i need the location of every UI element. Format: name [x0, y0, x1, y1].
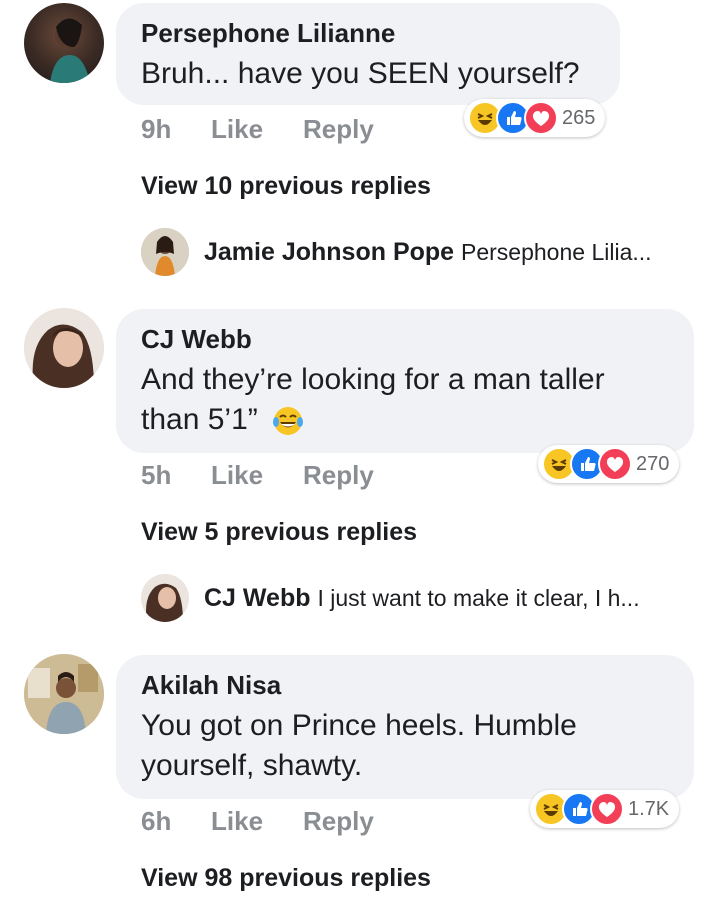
love-icon — [524, 101, 558, 135]
love-icon — [598, 447, 632, 481]
comment-author[interactable]: CJ Webb — [141, 324, 252, 355]
reaction-summary[interactable]: 270 — [538, 445, 680, 483]
avatar-persephone[interactable] — [24, 3, 104, 83]
reply-button[interactable]: Reply — [303, 806, 374, 837]
reply-text: I just want to make it clear, I h... — [317, 585, 640, 611]
reaction-summary[interactable]: 1.7K — [530, 790, 680, 828]
comment-time[interactable]: 9h — [141, 114, 171, 145]
comment-author[interactable]: Persephone Lilianne — [141, 18, 395, 49]
latest-reply[interactable]: CJ Webb I just want to make it clear, I … — [204, 584, 640, 613]
comment-time[interactable]: 5h — [141, 460, 171, 491]
like-button[interactable]: Like — [211, 806, 263, 837]
view-previous-replies[interactable]: View 10 previous replies — [141, 172, 431, 201]
tears-of-joy-emoji-icon — [273, 407, 303, 435]
reply-button[interactable]: Reply — [303, 114, 374, 145]
love-icon — [590, 792, 624, 826]
avatar-cj-webb[interactable] — [24, 308, 104, 388]
reaction-count: 270 — [636, 452, 670, 475]
reply-author[interactable]: CJ Webb — [204, 584, 311, 612]
reaction-summary[interactable]: 265 — [464, 99, 606, 137]
view-previous-replies[interactable]: View 98 previous replies — [141, 864, 431, 893]
comment-time[interactable]: 6h — [141, 806, 171, 837]
comment-text-line-1: You got on Prince heels. Humble — [141, 709, 577, 742]
comment-author[interactable]: Akilah Nisa — [141, 670, 281, 701]
reaction-count: 1.7K — [628, 797, 670, 820]
avatar-cj-webb-reply[interactable] — [141, 574, 189, 622]
comment-text: Bruh... have you SEEN yourself? — [141, 57, 580, 90]
like-button[interactable]: Like — [211, 460, 263, 491]
comment-text-line-2: yourself, shawty. — [141, 749, 363, 782]
view-previous-replies[interactable]: View 5 previous replies — [141, 518, 417, 547]
reply-text: Persephone Lilia... — [461, 239, 652, 265]
reaction-count: 265 — [562, 106, 596, 129]
latest-reply[interactable]: Jamie Johnson Pope Persephone Lilia... — [204, 238, 652, 267]
comment-text-line-2: than 5’1” — [141, 403, 258, 436]
like-button[interactable]: Like — [211, 114, 263, 145]
reply-author[interactable]: Jamie Johnson Pope — [204, 238, 454, 266]
comment-text-line-1: And they’re looking for a man taller — [141, 363, 605, 396]
reply-button[interactable]: Reply — [303, 460, 374, 491]
avatar-akilah-nisa[interactable] — [24, 654, 104, 734]
avatar-jamie[interactable] — [141, 228, 189, 276]
